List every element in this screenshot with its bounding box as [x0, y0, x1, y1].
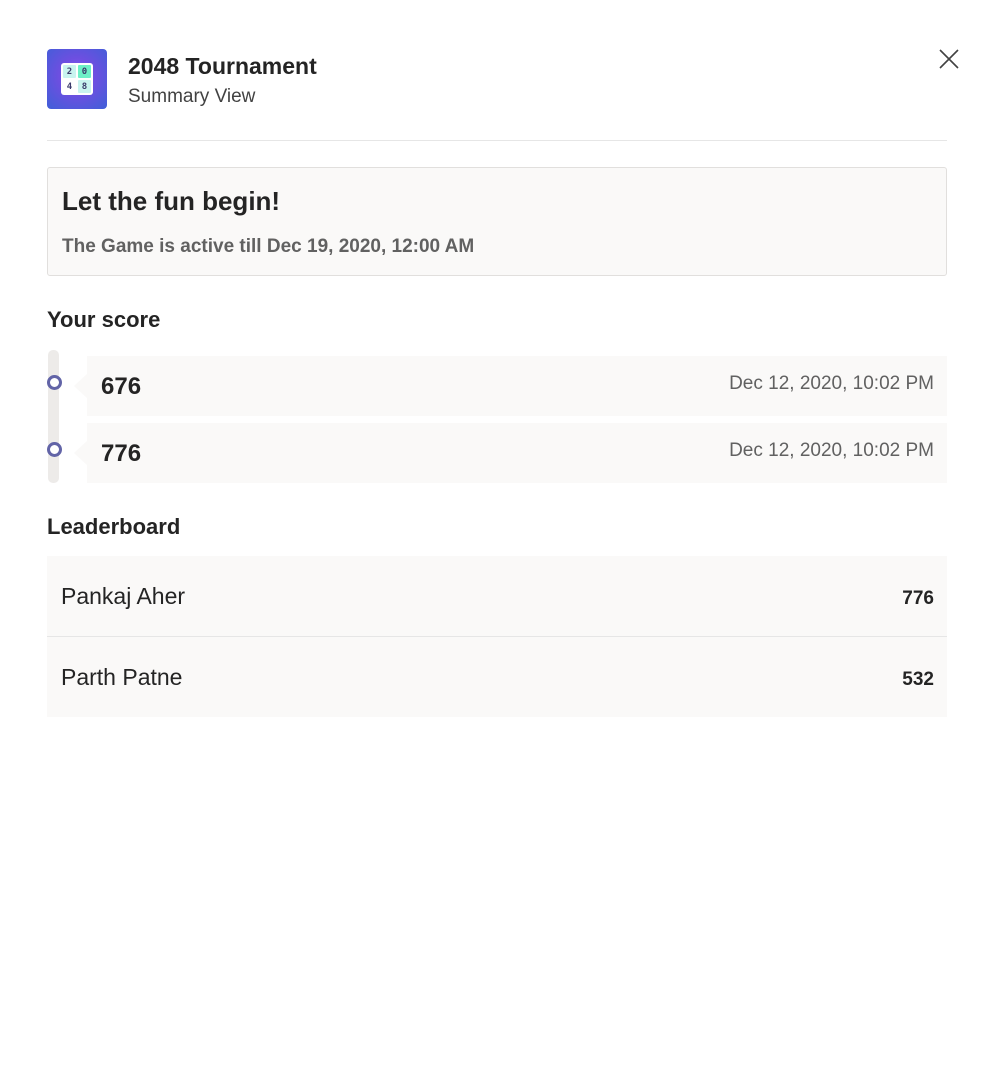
banner-subtitle: The Game is active till Dec 19, 2020, 12… [62, 236, 475, 257]
leaderboard-row: Parth Patne 532 [47, 637, 947, 717]
app-title: 2048 Tournament [128, 53, 317, 79]
score-value: 776 [101, 440, 142, 467]
app-subtitle: Summary View [128, 86, 256, 107]
timeline-track [48, 350, 59, 483]
icon-tile: 0 [78, 65, 91, 78]
score-entry: 676 Dec 12, 2020, 10:02 PM [74, 356, 947, 416]
banner-title: Let the fun begin! [62, 186, 281, 216]
leaderboard-row: Pankaj Aher 776 [47, 556, 947, 637]
score-value: 676 [101, 373, 142, 400]
timeline-dot [47, 442, 62, 457]
timeline-dot [47, 375, 62, 390]
score-date: Dec 12, 2020, 10:02 PM [729, 440, 934, 461]
icon-tile: 8 [78, 80, 91, 93]
close-icon [939, 49, 959, 69]
leaderboard-title: Leaderboard [47, 514, 181, 539]
game-2048-icon: 2 0 4 8 [47, 49, 107, 109]
player-score: 776 [902, 588, 934, 609]
close-button[interactable] [937, 47, 961, 71]
status-banner: Let the fun begin! The Game is active ti… [47, 167, 947, 276]
icon-tile: 4 [63, 80, 76, 93]
icon-tile: 2 [63, 65, 76, 78]
score-entry: 776 Dec 12, 2020, 10:02 PM [74, 423, 947, 483]
your-score-title: Your score [47, 307, 161, 332]
icon-tile-grid: 2 0 4 8 [61, 63, 93, 95]
header-divider [47, 140, 947, 141]
player-name: Pankaj Aher [61, 583, 186, 609]
score-date: Dec 12, 2020, 10:02 PM [729, 373, 934, 394]
player-score: 532 [902, 669, 934, 690]
header: 2 0 4 8 2048 Tournament Summary View [47, 49, 947, 109]
player-name: Parth Patne [61, 664, 183, 690]
